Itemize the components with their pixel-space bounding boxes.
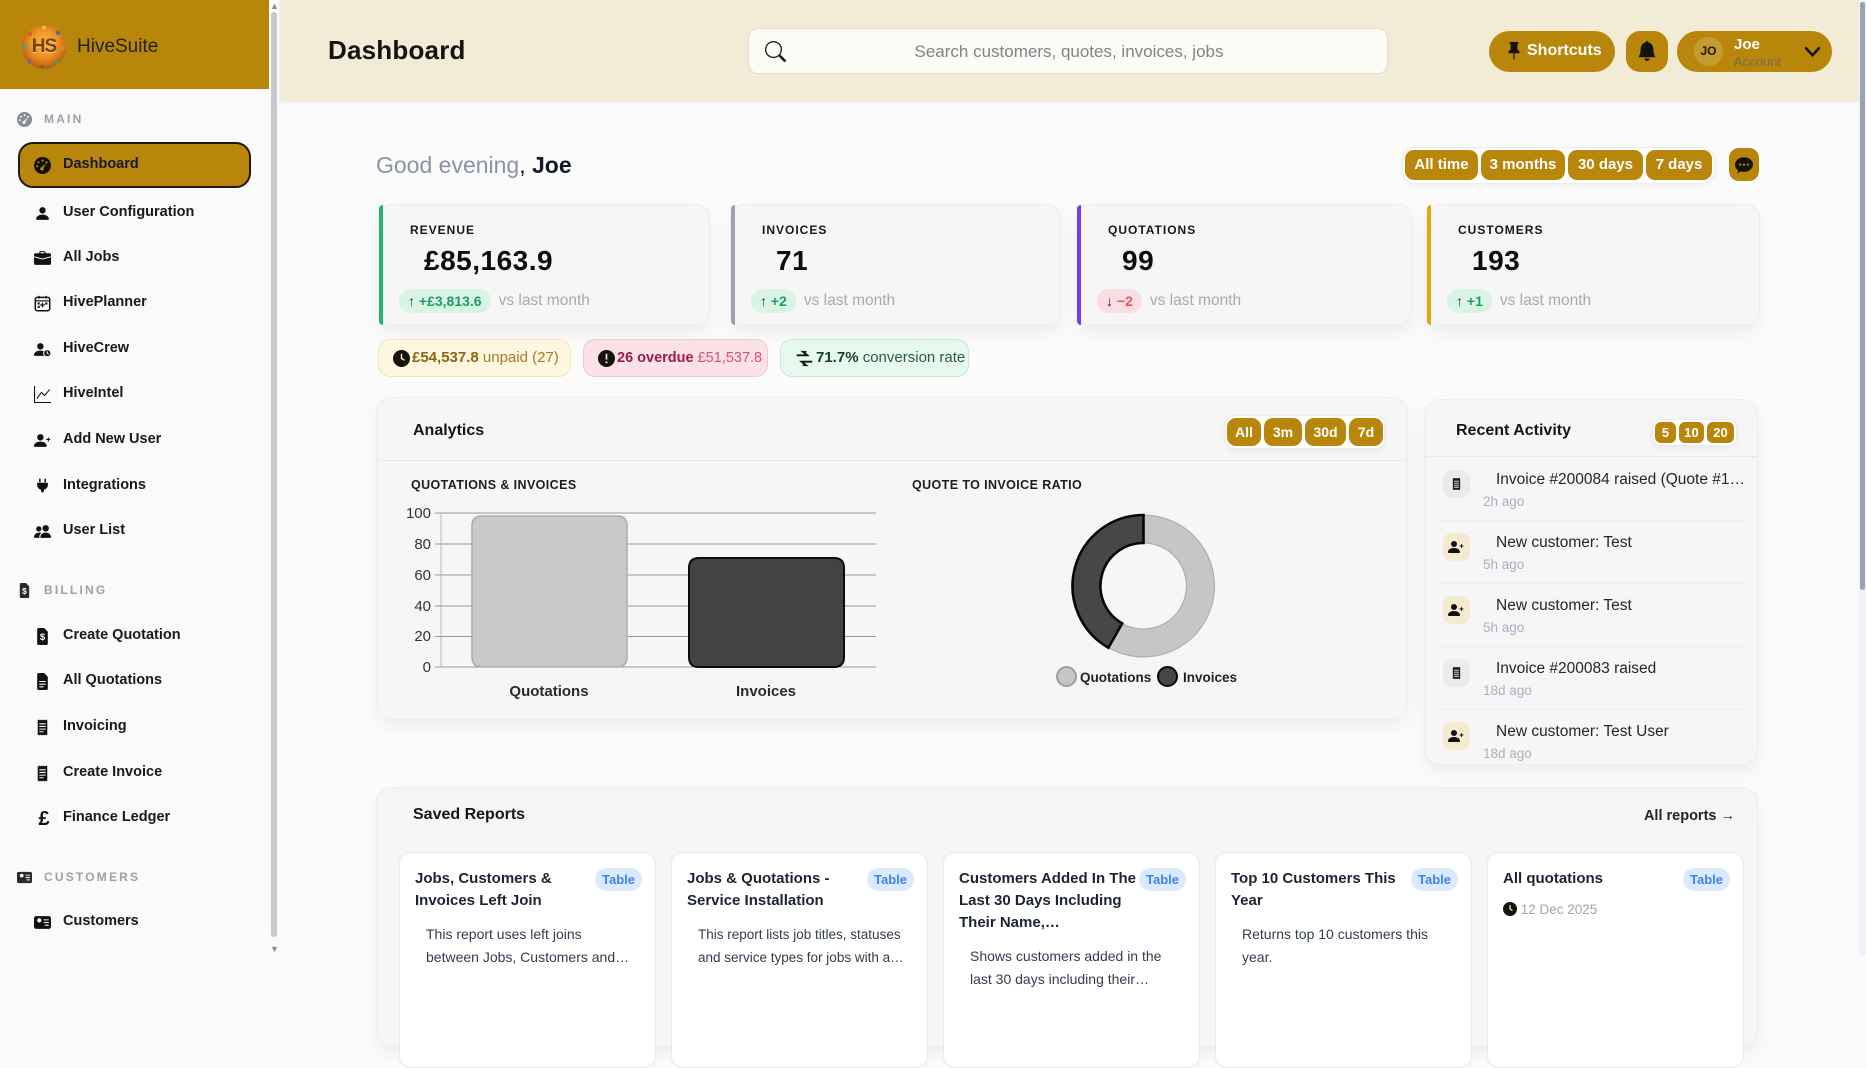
svg-text:100: 100 — [406, 505, 431, 522]
svg-text:0: 0 — [423, 659, 431, 676]
svg-text:Quotations: Quotations — [509, 683, 588, 700]
svg-text:60: 60 — [414, 567, 431, 584]
svg-text:$: $ — [40, 632, 46, 643]
svg-text:40: 40 — [414, 598, 431, 615]
svg-text:Invoices: Invoices — [736, 683, 796, 700]
svg-text:$: $ — [22, 586, 27, 596]
svg-text:20: 20 — [414, 628, 431, 645]
svg-text:80: 80 — [414, 536, 431, 553]
